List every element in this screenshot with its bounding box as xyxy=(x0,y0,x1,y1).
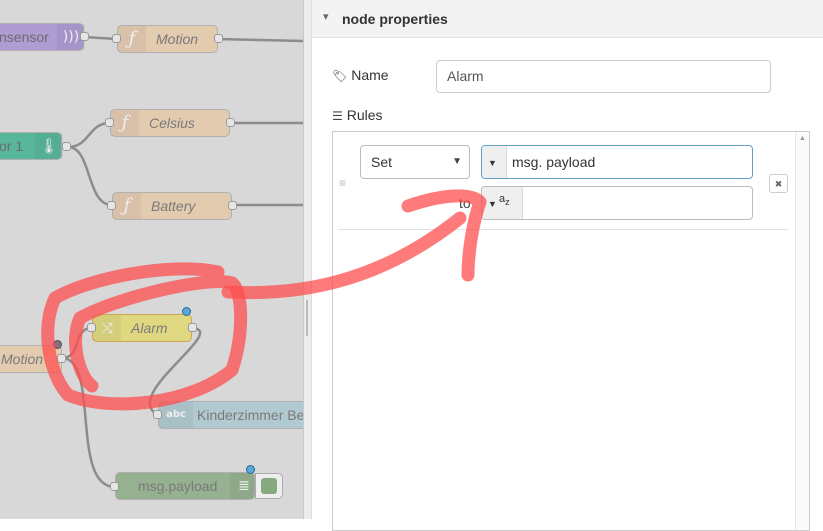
rule-to-input[interactable]: ▼ az xyxy=(481,186,753,220)
celsius-output-port[interactable] xyxy=(226,118,235,127)
rules-scrollbar[interactable]: ▲ xyxy=(795,132,809,530)
function-icon: ƒ xyxy=(113,193,141,219)
node-properties-header[interactable]: ▾ node properties xyxy=(312,0,823,38)
rule-action-value: Set xyxy=(371,154,393,170)
caret-down-icon: ▼ xyxy=(488,199,497,209)
string-type-sub: z xyxy=(505,197,510,208)
node-properties-title: node properties xyxy=(342,11,448,27)
drag-handle-icon[interactable]: ≡ xyxy=(339,176,346,190)
divider-grip[interactable] xyxy=(306,300,308,336)
alarm-input-port[interactable] xyxy=(87,323,96,332)
alarm-change-node[interactable]: ⤨ Alarm xyxy=(92,314,192,342)
name-row-label: 🏷 Name xyxy=(332,67,389,83)
debug-node[interactable]: msg.payload ≣ xyxy=(115,472,258,500)
debug-toggle-button[interactable] xyxy=(255,473,283,499)
edit-tray: ▾ node properties 🏷 Name Alarm ☰ Rules ≡ S… xyxy=(311,0,823,531)
to-type-selector[interactable]: ▼ az xyxy=(482,187,523,219)
kinderzimmer-text-node[interactable]: abc Kinderzimmer Be xyxy=(158,401,303,429)
motion-input-node[interactable]: Motion xyxy=(0,345,62,373)
thermometer-icon: 🌡 xyxy=(35,133,63,159)
rule-property-input[interactable]: ▼ msg. payload xyxy=(481,145,753,179)
chevron-down-icon[interactable]: ▾ xyxy=(323,10,329,23)
debug-status-dot xyxy=(246,465,255,474)
battery-output-port[interactable] xyxy=(228,201,237,210)
close-icon: ✖ xyxy=(774,179,783,189)
sensor-output-port[interactable] xyxy=(80,32,89,41)
list-icon: ≣ xyxy=(230,473,258,499)
motion-function-label: Motion xyxy=(156,31,199,47)
rule-property-value: msg. payload xyxy=(512,154,596,170)
rules-row-label: ☰ Rules xyxy=(332,107,383,123)
temperature-node[interactable]: or 1 🌡 xyxy=(0,132,63,160)
temperature-output-port[interactable] xyxy=(62,142,71,151)
name-input[interactable]: Alarm xyxy=(436,60,771,93)
battery-input-port[interactable] xyxy=(107,201,116,210)
text-icon-glyph: abc xyxy=(166,409,186,420)
panel-resize-divider[interactable] xyxy=(303,0,311,519)
kinderzimmer-text-label: Kinderzimmer Be xyxy=(197,407,303,423)
celsius-input-port[interactable] xyxy=(105,118,114,127)
rule-to-label: to xyxy=(459,195,471,211)
rule-action-select[interactable]: Set ▼ xyxy=(360,145,470,179)
kinderzimmer-input-port[interactable] xyxy=(153,410,162,419)
battery-function-node[interactable]: ƒ Battery xyxy=(112,192,232,220)
motion-function-node[interactable]: ƒ Motion xyxy=(117,25,218,53)
shuffle-icon: ⤨ xyxy=(93,315,121,341)
list-icon: ☰ xyxy=(332,109,343,123)
rule-separator xyxy=(338,229,788,230)
celsius-function-node[interactable]: ƒ Celsius xyxy=(110,109,230,137)
name-label: Name xyxy=(351,67,389,83)
motion-input-label: Motion xyxy=(1,351,44,367)
motion-output-port[interactable] xyxy=(214,34,223,43)
motion-input-port[interactable] xyxy=(112,34,121,43)
rules-list[interactable]: ≡ Set ▼ ▼ msg. payload to ▼ az ✖ ▲ xyxy=(332,131,810,531)
property-type-selector[interactable]: ▼ xyxy=(482,146,507,178)
debug-node-label: msg.payload xyxy=(138,478,218,494)
motion-input-status-dot xyxy=(53,340,62,349)
remove-rule-button[interactable]: ✖ xyxy=(769,174,788,193)
battery-function-label: Battery xyxy=(151,198,196,214)
text-icon: abc xyxy=(159,402,193,428)
rules-label: Rules xyxy=(346,107,383,123)
alarm-change-label: Alarm xyxy=(131,320,168,336)
scroll-up-icon[interactable]: ▲ xyxy=(799,135,806,142)
tag-icon: 🏷 xyxy=(332,69,348,83)
alarm-status-dot xyxy=(182,307,191,316)
debug-input-port[interactable] xyxy=(110,482,119,491)
temperature-node-label: or 1 xyxy=(0,138,24,154)
sensor-node-label: nsensor xyxy=(0,29,49,45)
function-icon: ƒ xyxy=(111,110,139,136)
alarm-output-port[interactable] xyxy=(188,323,197,332)
caret-down-icon: ▼ xyxy=(452,156,462,167)
string-type-icon: az xyxy=(499,183,510,218)
sensor-node[interactable]: nsensor ))) xyxy=(0,23,85,51)
flow-wires xyxy=(61,35,303,489)
caret-down-icon: ▼ xyxy=(488,158,497,168)
function-icon: ƒ xyxy=(118,26,146,52)
flow-canvas[interactable]: nsensor ))) ƒ Motion or 1 🌡 ƒ Celsius ƒ … xyxy=(0,0,303,519)
celsius-function-label: Celsius xyxy=(149,115,195,131)
motion-input-output-port[interactable] xyxy=(57,354,66,363)
